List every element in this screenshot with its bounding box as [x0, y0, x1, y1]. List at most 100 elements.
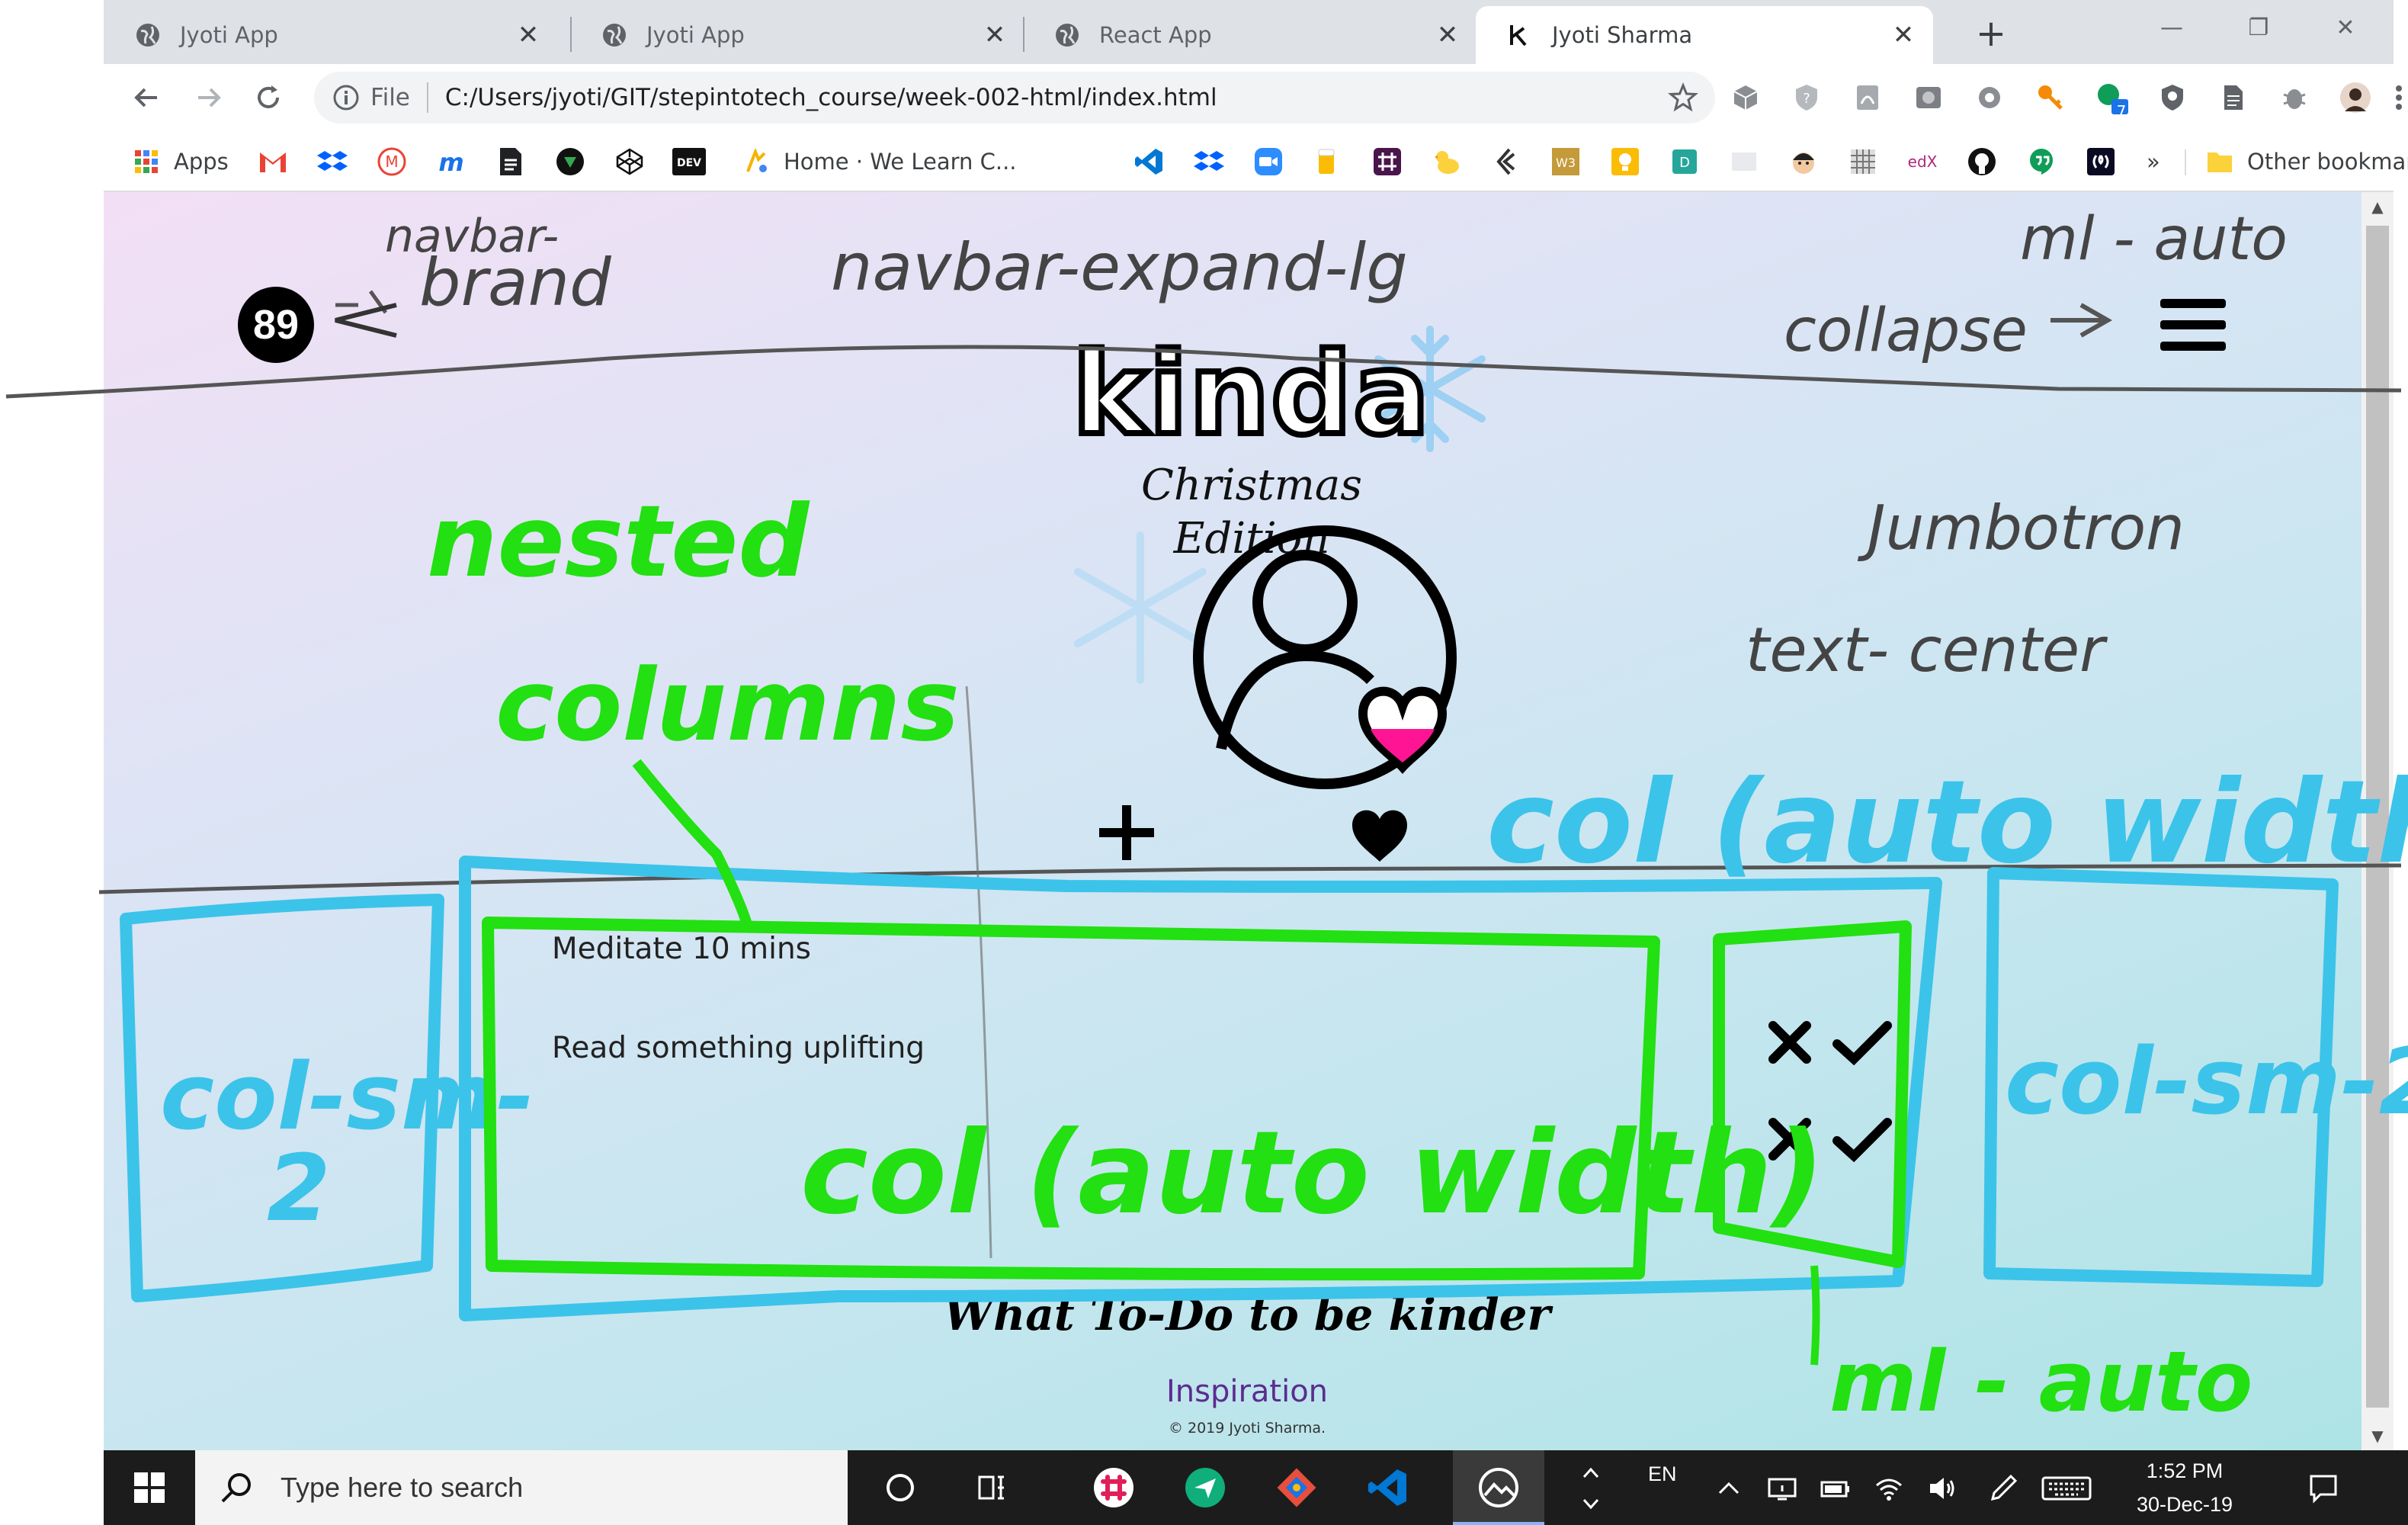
minimize-button[interactable]: — — [2128, 0, 2215, 55]
taskbar-search-box[interactable]: Type here to search — [195, 1450, 848, 1525]
bookmark-apps[interactable]: Apps — [131, 142, 229, 181]
pdf-extension-icon[interactable] — [1849, 79, 1886, 116]
menu-kebab-icon[interactable] — [2387, 79, 2408, 116]
edx-icon-label: edX — [1908, 152, 1938, 171]
cross-icon[interactable] — [1768, 1118, 1811, 1161]
arrows-icon[interactable] — [1489, 145, 1523, 178]
close-tab-icon[interactable]: ✕ — [1436, 22, 1459, 48]
dropbox-icon[interactable] — [316, 145, 349, 178]
dropbox-icon[interactable] — [1192, 145, 1226, 178]
taskbar-overflow-arrows[interactable] — [1564, 1456, 1618, 1519]
language-indicator[interactable]: EN — [1648, 1462, 1677, 1486]
tab-jyoti-app-1[interactable]: Jyoti App ✕ — [104, 6, 558, 64]
photos-app-icon[interactable] — [1472, 1461, 1525, 1514]
clock-time[interactable]: 1:52 PM — [2124, 1459, 2246, 1483]
wifi-icon[interactable] — [1872, 1472, 1906, 1505]
close-tab-icon[interactable]: ✕ — [517, 22, 540, 48]
gmail-icon[interactable] — [256, 145, 290, 178]
reload-button[interactable] — [248, 78, 288, 117]
tab-react-app[interactable]: React App ✕ — [1023, 6, 1477, 64]
key-extension-icon[interactable] — [2032, 79, 2069, 116]
close-window-button[interactable]: ✕ — [2302, 0, 2389, 55]
tab-jyoti-sharma[interactable]: Jyoti Sharma ✕ — [1476, 6, 1933, 64]
cube-extension-icon[interactable] — [1727, 79, 1764, 116]
bookmark-label: Other bookmarks — [2247, 149, 2408, 175]
git-app-icon[interactable] — [1270, 1461, 1323, 1514]
address-divider — [426, 82, 428, 113]
check-icon[interactable] — [1832, 1021, 1892, 1066]
teal-box-icon[interactable]: D — [1668, 145, 1701, 178]
profile-avatar[interactable] — [2337, 79, 2374, 116]
battery-icon[interactable] — [1819, 1472, 1852, 1505]
green-dark-circle-icon[interactable] — [553, 145, 587, 178]
back-button[interactable] — [127, 78, 166, 117]
star-icon[interactable] — [1666, 81, 1700, 114]
scroll-thumb[interactable] — [2366, 226, 2389, 1408]
bug-extension-icon[interactable] — [2276, 79, 2313, 116]
document-extension-icon[interactable] — [2215, 79, 2252, 116]
zoom-icon[interactable] — [1252, 145, 1285, 178]
scroll-up-icon[interactable]: ▲ — [2362, 192, 2394, 221]
slack-app-icon[interactable] — [1087, 1461, 1140, 1514]
blank-page-icon[interactable] — [1727, 145, 1761, 178]
address-url[interactable]: C:/Users/jyoti/GIT/stepintotech_course/w… — [445, 84, 1666, 111]
hamburger-menu-icon[interactable] — [2160, 299, 2226, 352]
m-script-icon[interactable]: m — [434, 145, 468, 178]
clock-date[interactable]: 30-Dec-19 — [2124, 1493, 2246, 1517]
m-circle-icon[interactable]: M — [375, 145, 409, 178]
todo-item: Read something uplifting — [552, 1031, 925, 1065]
cortana-icon[interactable] — [874, 1461, 927, 1514]
close-tab-icon[interactable]: ✕ — [1892, 22, 1915, 48]
scroll-down-icon[interactable]: ▼ — [2362, 1421, 2394, 1450]
tab-jyoti-app-2[interactable]: Jyoti App ✕ — [570, 6, 1024, 64]
page-scrollbar[interactable]: ▲ ▼ — [2362, 192, 2394, 1450]
chevron-up-icon[interactable] — [1712, 1472, 1746, 1505]
inspiration-link[interactable]: Inspiration — [1018, 1374, 1476, 1409]
todo-item: Meditate 10 mins — [552, 932, 811, 966]
check-icon[interactable] — [1832, 1118, 1892, 1163]
browser-window: Jyoti App ✕ Jyoti App ✕ React App ✕ Jyot… — [104, 0, 2408, 192]
bookmark-label: Apps — [174, 149, 229, 175]
vscode-icon[interactable] — [1133, 145, 1166, 178]
bookmark-more[interactable]: » — [2147, 142, 2160, 181]
github-icon[interactable] — [1965, 145, 1999, 178]
close-tab-icon[interactable]: ✕ — [983, 22, 1006, 48]
bulb-icon[interactable] — [1608, 145, 1642, 178]
doc-icon[interactable] — [494, 145, 527, 178]
beer-icon[interactable] — [1311, 145, 1345, 178]
maximize-button[interactable]: ❐ — [2215, 0, 2302, 55]
task-view-icon[interactable] — [965, 1461, 1018, 1514]
pattern-icon[interactable] — [1846, 145, 1880, 178]
edx-icon[interactable]: edX — [1906, 145, 1939, 178]
send-app-icon[interactable] — [1178, 1461, 1232, 1514]
display-icon[interactable] — [1765, 1472, 1799, 1505]
gear-extension-icon[interactable] — [1971, 79, 2008, 116]
web-page: 89 kinda Christmas Edition Meditate 10 m… — [104, 192, 2362, 1450]
hangouts-icon[interactable] — [2025, 145, 2058, 178]
shield-extension-icon[interactable] — [2154, 79, 2191, 116]
dev-icon-label: DEV — [677, 157, 701, 169]
slack-bookmark-icon[interactable] — [1371, 145, 1404, 178]
windows-start-icon[interactable] — [104, 1450, 195, 1525]
w3-icon[interactable]: W3 — [1549, 145, 1582, 178]
bookmark-home-we-learn[interactable]: Home · We Learn C... — [741, 142, 1017, 181]
duck-icon[interactable] — [1430, 145, 1464, 178]
photo-extension-icon[interactable] — [1910, 79, 1947, 116]
freecodecamp-icon[interactable] — [2084, 145, 2118, 178]
cross-icon[interactable] — [1768, 1021, 1811, 1064]
cartoon-face-icon[interactable] — [1787, 145, 1820, 178]
pen-icon[interactable] — [1986, 1472, 2020, 1505]
notification-icon[interactable] — [2307, 1472, 2340, 1505]
keyboard-icon[interactable] — [2040, 1472, 2093, 1505]
vscode-app-icon[interactable] — [1361, 1461, 1415, 1514]
volume-icon[interactable] — [1925, 1472, 1959, 1505]
bookmark-other[interactable]: Other bookmarks — [2204, 142, 2408, 181]
new-tab-button[interactable]: + — [1968, 11, 2014, 56]
forward-button[interactable] — [189, 78, 229, 117]
shield-question-extension-icon[interactable]: ? — [1788, 79, 1825, 116]
address-bar[interactable]: File C:/Users/jyoti/GIT/stepintotech_cou… — [314, 72, 1715, 124]
navbar-brand-badge[interactable]: 89 — [238, 287, 314, 363]
info-icon[interactable] — [331, 82, 361, 113]
codepen-icon[interactable] — [613, 145, 646, 178]
dev-icon[interactable]: DEV — [672, 145, 706, 178]
